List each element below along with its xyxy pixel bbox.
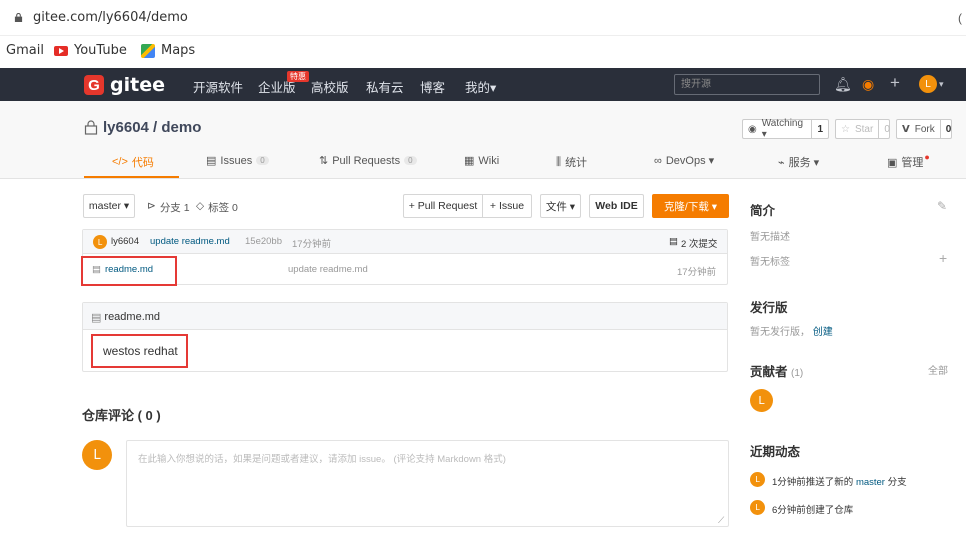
nav-mine-dropdown[interactable]: 我的▾ (465, 77, 496, 96)
wiki-icon: ▦ (464, 155, 475, 167)
eye-icon: ◉ (748, 123, 757, 135)
clone-download-button[interactable]: 克隆/下载 ▾ (652, 194, 729, 218)
file-commit-message[interactable]: update readme.md (288, 264, 368, 275)
commit-author[interactable]: ly6604 (111, 236, 139, 247)
tab-issues[interactable]: ▤ Issues 0 (206, 154, 269, 167)
lock-icon (84, 120, 98, 135)
pull-request-icon: ⇅ (319, 155, 329, 167)
activity-branch-link[interactable]: master (856, 477, 885, 488)
chart-icon: ⫼ (556, 155, 562, 168)
commit-time: 17分钟前 (292, 239, 332, 250)
commit-icon: ▤ (669, 236, 678, 247)
all-contributors-link[interactable]: 全部 (928, 362, 948, 377)
maps-icon (141, 43, 155, 58)
bell-icon[interactable]: 🔔︎ (834, 76, 852, 93)
readme-title: ▤ readme.md (91, 311, 161, 324)
bookmark-gmail[interactable]: Gmail (6, 43, 44, 58)
tab-code[interactable]: </> 代码 (112, 154, 154, 170)
star-icon: ☆ (841, 123, 850, 135)
activity-avatar[interactable]: L (750, 472, 765, 487)
tab-devops[interactable]: ∞ DevOps ▾ (654, 154, 714, 168)
highlight-box-readme (91, 334, 188, 368)
activity-title: 近期动态 (750, 445, 801, 459)
dot-icon: ● (924, 152, 930, 162)
browser-menu-icon[interactable]: ( (958, 11, 962, 25)
tag-count-link[interactable]: ◇ 标签 0 (196, 200, 238, 215)
comments-title: 仓库评论 ( 0 ) (82, 408, 161, 423)
contributor-avatar[interactable]: L (750, 389, 773, 412)
commit-count-link[interactable]: ▤ 2 次提交 (669, 236, 717, 250)
nav-university[interactable]: 高校版 (311, 77, 349, 96)
tag-icon: ◇ (196, 200, 205, 212)
bookmark-youtube[interactable]: YouTube (54, 43, 127, 58)
search-input[interactable]: 搜开源 (674, 74, 820, 95)
pulse-icon: ⌁ (778, 156, 785, 169)
tab-wiki[interactable]: ▦ Wiki (464, 154, 499, 168)
new-issue-button[interactable]: + Issue (483, 194, 532, 218)
infinity-icon: ∞ (654, 154, 662, 167)
chevron-down-icon[interactable]: ▾ (939, 79, 944, 90)
gitee-logo-text: gitee (110, 74, 165, 96)
url-text[interactable]: gitee.com/ly6604/demo (33, 10, 188, 25)
issues-icon: ▤ (206, 155, 217, 167)
activity-avatar[interactable]: L (750, 500, 765, 515)
readme-header (83, 303, 727, 330)
bookmarks-bar: Gmail YouTube Maps (0, 36, 966, 68)
location-icon[interactable]: ◉ (862, 76, 874, 93)
new-pull-request-button[interactable]: + Pull Request (403, 194, 483, 218)
file-dropdown[interactable]: 文件 ▾ (540, 194, 581, 218)
watching-button[interactable]: ◉ Watching ▾ 1 (742, 118, 829, 140)
edit-icon[interactable]: ✎ (937, 199, 947, 213)
tab-pull-requests[interactable]: ⇅ Pull Requests 0 (319, 154, 417, 167)
lock-icon (14, 13, 23, 22)
branch-select[interactable]: master ▾ (83, 194, 135, 218)
commit-message[interactable]: update readme.md (150, 236, 230, 247)
no-description: 暂无描述 (750, 232, 790, 243)
nav-promo-badge: 特惠 (287, 71, 309, 82)
commit-author-avatar[interactable]: L (93, 235, 107, 249)
nav-private-cloud[interactable]: 私有云 (366, 77, 404, 96)
create-release-link[interactable]: 创建 (813, 327, 833, 338)
branch-icon: ⊳ (147, 200, 156, 212)
no-release-line: 暂无发行版， 创建 (750, 327, 833, 338)
nav-blog[interactable]: 博客 (420, 77, 445, 96)
gitee-logo-icon: G (84, 75, 104, 95)
star-button[interactable]: ☆ Star 0 (835, 119, 890, 139)
commenter-avatar: L (82, 440, 112, 470)
highlight-box-file (81, 256, 177, 286)
comment-textarea[interactable]: 在此输入你想说的话，如果是问题或者建议，请添加 issue。 (评论支持 Mar… (126, 440, 729, 527)
release-title: 发行版 (750, 301, 788, 315)
file-icon: ▤ (91, 312, 102, 324)
user-avatar[interactable]: L (919, 75, 937, 93)
contributors-title: 贡献者 (1) (750, 365, 804, 379)
tab-stats[interactable]: ⫼ 统计 (556, 154, 587, 170)
code-icon: </> (112, 156, 128, 168)
resize-handle-icon[interactable]: ⟋ (718, 515, 724, 526)
activity-item: 1分钟前推送了新的 master 分支 (772, 477, 907, 488)
no-tags: 暂无标签 (750, 257, 790, 268)
tab-manage[interactable]: ▣ 管理 ● (887, 152, 933, 170)
fork-button[interactable]: Ⅴ Fork 0 (896, 119, 952, 139)
gitee-logo[interactable]: G gitee (84, 74, 165, 96)
file-time: 17分钟前 (677, 267, 717, 278)
tab-services[interactable]: ⌁ 服务 ▾ (778, 154, 819, 170)
manage-icon: ▣ (887, 156, 898, 169)
intro-title: 简介 (750, 204, 776, 218)
branch-count-link[interactable]: ⊳ 分支 1 (147, 200, 190, 215)
nav-open-source[interactable]: 开源软件 (193, 77, 243, 96)
add-tag-icon[interactable]: + (939, 250, 947, 266)
plus-icon[interactable]: + (890, 73, 900, 93)
fork-icon: Ⅴ (902, 123, 910, 135)
webide-button[interactable]: Web IDE (589, 194, 644, 218)
bookmark-maps[interactable]: Maps (141, 43, 195, 58)
commit-hash[interactable]: 15e20bb (245, 236, 282, 247)
active-tab-indicator (84, 176, 179, 178)
youtube-icon (54, 45, 68, 56)
activity-item: 6分钟前创建了仓库 (772, 505, 854, 516)
repo-title[interactable]: ly6604 / demo (84, 119, 201, 136)
